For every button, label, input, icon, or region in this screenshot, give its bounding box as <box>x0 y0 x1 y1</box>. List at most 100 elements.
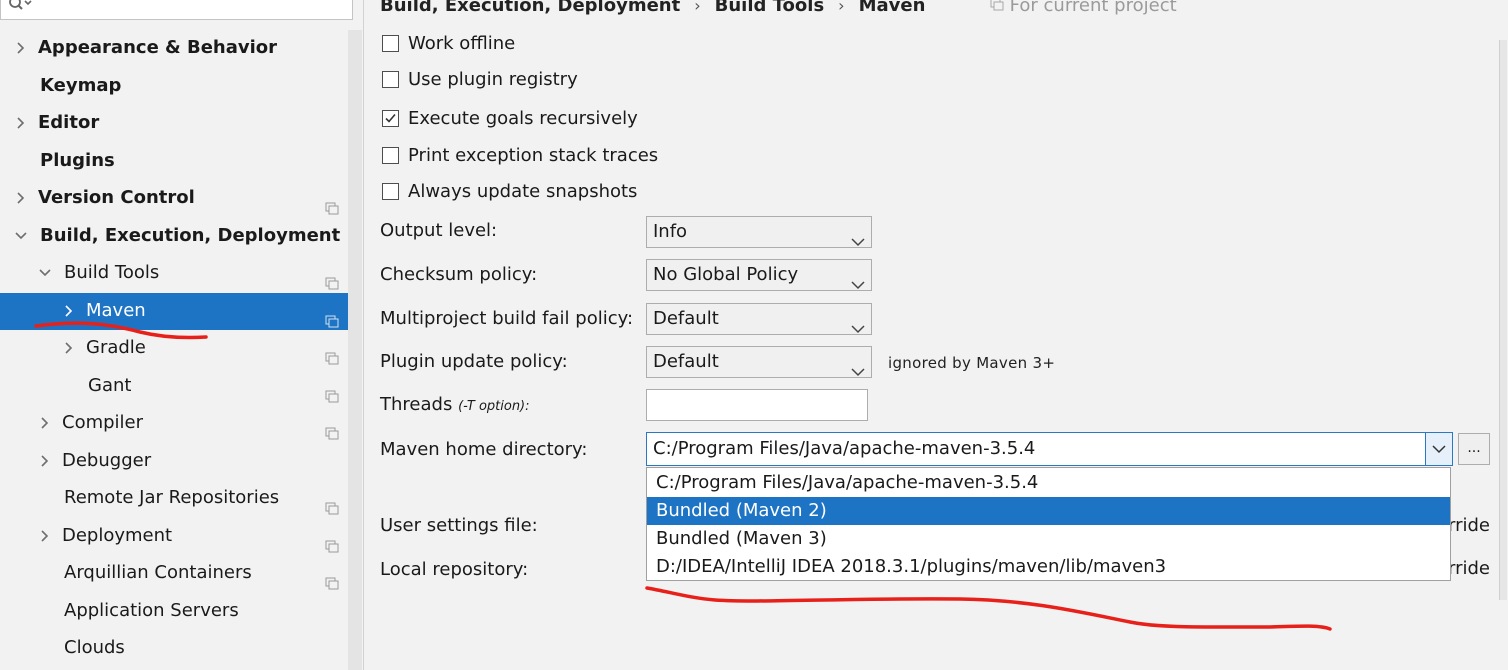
maven-home-browse-button[interactable]: ... <box>1458 433 1490 465</box>
dropdown-option[interactable]: Bundled (Maven 3) <box>647 525 1450 553</box>
sidebar-item-arquillian-containers[interactable]: Arquillian Containers <box>0 555 348 591</box>
checkbox-label: Print exception stack traces <box>408 145 659 166</box>
checksum-policy-select[interactable]: No Global Policy <box>646 259 872 291</box>
chevron-down-icon <box>851 270 865 300</box>
sidebar-item-appearance-behavior[interactable]: Appearance & Behavior <box>0 30 348 66</box>
plugin-update-policy-select[interactable]: Default <box>646 346 872 378</box>
chevron-right-icon[interactable] <box>40 405 54 441</box>
output-level-value: Info <box>653 221 688 242</box>
sidebar-item-plugins[interactable]: Plugins <box>0 143 348 179</box>
dropdown-option[interactable]: Bundled (Maven 2) <box>647 497 1450 525</box>
project-scope-icon <box>990 0 1004 18</box>
multiproject-fail-policy-label: Multiproject build fail policy: <box>380 308 634 329</box>
checkbox-label: Execute goals recursively <box>408 108 638 129</box>
sidebar-item-label: Keymap <box>40 75 122 96</box>
checkbox-box[interactable] <box>382 147 399 164</box>
output-level-select[interactable]: Info <box>646 216 872 248</box>
threads-hint: (-T option): <box>458 399 530 414</box>
sidebar-item-label: Clouds <box>64 637 125 658</box>
threads-input[interactable] <box>646 389 868 421</box>
sidebar-item-application-servers[interactable]: Application Servers <box>0 593 348 629</box>
chevron-right-icon: › <box>694 0 701 15</box>
settings-sidebar: Appearance & Behavior Keymap Editor Plug… <box>0 0 353 670</box>
threads-label-text: Threads <box>380 394 453 415</box>
breadcrumb-item[interactable]: Build Tools <box>715 0 825 16</box>
sidebar-item-label: Gradle <box>86 337 146 358</box>
chevron-down-icon[interactable] <box>38 255 52 291</box>
checkbox-box[interactable] <box>382 35 399 52</box>
chevron-down-icon <box>851 314 865 344</box>
sidebar-item-label: Editor <box>38 112 100 133</box>
sidebar-item-label: Remote Jar Repositories <box>64 487 280 508</box>
sidebar-scrollbar[interactable] <box>348 30 362 670</box>
sidebar-item-maven[interactable]: Maven <box>0 293 348 330</box>
checkbox-label: Work offline <box>408 33 516 54</box>
sidebar-item-debugger[interactable]: Debugger <box>0 443 348 479</box>
chevron-down-icon <box>1432 445 1446 454</box>
breadcrumb-item: Maven <box>858 0 926 16</box>
user-settings-override-checkbox-label[interactable]: rride <box>1448 513 1490 539</box>
chevron-right-icon[interactable] <box>40 518 54 554</box>
checkmark-icon <box>385 113 396 123</box>
panel-scrollbar[interactable] <box>1499 40 1507 600</box>
user-settings-label: User settings file: <box>380 515 538 536</box>
maven-settings-panel: Build, Execution, Deployment › Build Tools… <box>364 0 1508 670</box>
chevron-right-icon[interactable] <box>16 105 30 141</box>
plugin-update-note: ignored by Maven 3+ <box>888 354 1056 372</box>
multiproject-fail-policy-value: Default <box>653 308 719 329</box>
sidebar-item-label: Plugins <box>40 150 115 171</box>
sidebar-item-label: Compiler <box>62 412 144 433</box>
sidebar-item-gradle[interactable]: Gradle <box>0 330 348 366</box>
maven-home-value: C:/Program Files/Java/apache-maven-3.5.4 <box>653 438 1036 459</box>
multiproject-fail-policy-select[interactable]: Default <box>646 303 872 335</box>
local-repository-label: Local repository: <box>380 559 529 580</box>
sidebar-item-build-tools[interactable]: Build Tools <box>0 255 348 291</box>
checkbox-label: Always update snapshots <box>408 181 638 202</box>
local-repository-override-checkbox-label[interactable]: rride <box>1448 556 1490 582</box>
chevron-down-icon[interactable] <box>14 218 28 254</box>
chevron-right-icon[interactable] <box>40 443 54 479</box>
output-level-label: Output level: <box>380 220 498 241</box>
plugin-update-policy-value: Default <box>653 351 719 372</box>
sidebar-item-remote-jar-repositories[interactable]: Remote Jar Repositories <box>0 480 348 516</box>
checksum-policy-label: Checksum policy: <box>380 264 538 285</box>
sidebar-item-version-control[interactable]: Version Control <box>0 180 348 216</box>
breadcrumb: Build, Execution, Deployment › Build Tools… <box>380 0 1177 18</box>
sidebar-item-label: Build Tools <box>64 262 160 283</box>
breadcrumb-item[interactable]: Build, Execution, Deployment <box>380 0 680 16</box>
checksum-policy-value: No Global Policy <box>653 264 799 285</box>
chevron-right-icon[interactable] <box>16 180 30 216</box>
sidebar-item-clouds[interactable]: Clouds <box>0 630 348 666</box>
sidebar-item-keymap[interactable]: Keymap <box>0 68 348 104</box>
sidebar-item-label: Arquillian Containers <box>64 562 252 583</box>
sidebar-item-compiler[interactable]: Compiler <box>0 405 348 441</box>
sidebar-item-editor[interactable]: Editor <box>0 105 348 141</box>
checkbox-box[interactable] <box>382 183 399 200</box>
maven-home-dropdown-button[interactable] <box>1425 433 1452 465</box>
search-icon <box>9 0 33 17</box>
checkbox-box[interactable] <box>382 110 399 127</box>
checkbox-label: Use plugin registry <box>408 69 578 90</box>
sidebar-item-label: Maven <box>86 300 146 321</box>
plugin-update-policy-label: Plugin update policy: <box>380 351 568 372</box>
sidebar-item-build-execution-deployment[interactable]: Build, Execution, Deployment <box>0 218 348 254</box>
chevron-right-icon[interactable] <box>64 293 78 329</box>
sidebar-item-label: Debugger <box>62 450 152 471</box>
maven-home-dropdown-list[interactable]: C:/Program Files/Java/apache-maven-3.5.4… <box>646 467 1451 581</box>
sidebar-item-label: Deployment <box>62 525 173 546</box>
scope-label: For current project <box>1009 0 1177 16</box>
chevron-down-icon <box>851 357 865 387</box>
sidebar-item-label: Version Control <box>38 187 195 208</box>
maven-home-combobox[interactable]: C:/Program Files/Java/apache-maven-3.5.4 <box>646 432 1453 466</box>
dropdown-option[interactable]: C:/Program Files/Java/apache-maven-3.5.4 <box>647 469 1450 497</box>
dropdown-option[interactable]: D:/IDEA/IntelliJ IDEA 2018.3.1/plugins/m… <box>647 553 1450 580</box>
chevron-right-icon[interactable] <box>16 30 30 66</box>
threads-label: Threads (-T option): <box>380 392 530 420</box>
sidebar-item-deployment[interactable]: Deployment <box>0 518 348 554</box>
chevron-right-icon[interactable] <box>64 330 78 366</box>
sidebar-item-gant[interactable]: Gant <box>0 368 348 404</box>
chevron-down-icon <box>851 227 865 257</box>
checkbox-box[interactable] <box>382 71 399 88</box>
sidebar-item-label: Gant <box>88 375 132 396</box>
settings-search-input[interactable] <box>0 0 353 20</box>
